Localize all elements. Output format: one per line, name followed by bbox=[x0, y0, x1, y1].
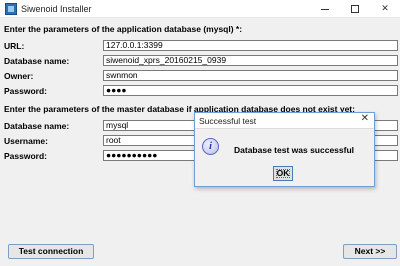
master-dbname-label: Database name: bbox=[4, 121, 70, 131]
minimize-button[interactable] bbox=[310, 0, 340, 18]
window-title: Siwenoid Installer bbox=[21, 4, 92, 14]
next-button[interactable]: Next >> bbox=[343, 244, 397, 259]
app-password-input[interactable]: ●●●● bbox=[103, 85, 398, 96]
url-input[interactable]: 127.0.0.1:3399 bbox=[103, 40, 398, 51]
title-bar: Siwenoid Installer ✕ bbox=[0, 0, 400, 18]
owner-input[interactable]: swnmon bbox=[103, 70, 398, 81]
info-icon: i bbox=[202, 138, 219, 155]
installer-window: Siwenoid Installer ✕ Enter the parameter… bbox=[0, 0, 400, 266]
username-label: Username: bbox=[4, 136, 48, 146]
app-db-heading: Enter the parameters of the application … bbox=[4, 24, 243, 34]
minimize-icon bbox=[321, 9, 329, 10]
app-icon bbox=[5, 3, 17, 15]
dialog-title: Successful test bbox=[199, 116, 257, 126]
maximize-icon bbox=[351, 5, 359, 13]
dialog-message: Database test was successful bbox=[234, 145, 355, 155]
url-label: URL: bbox=[4, 41, 25, 51]
ok-button[interactable]: OK bbox=[273, 166, 293, 181]
owner-label: Owner: bbox=[4, 71, 34, 81]
app-password-label: Password: bbox=[4, 86, 47, 96]
close-button[interactable]: ✕ bbox=[370, 0, 400, 18]
test-connection-button[interactable]: Test connection bbox=[8, 244, 94, 259]
dialog-body: i Database test was successful OK bbox=[195, 128, 374, 186]
success-dialog: Successful test ✕ i Database test was su… bbox=[194, 112, 375, 187]
maximize-button[interactable] bbox=[340, 0, 370, 18]
app-dbname-label: Database name: bbox=[4, 56, 70, 66]
dialog-close-icon[interactable]: ✕ bbox=[361, 113, 369, 124]
master-password-label: Password: bbox=[4, 151, 47, 161]
app-dbname-input[interactable]: siwenoid_xprs_20160215_0939 bbox=[103, 55, 398, 66]
